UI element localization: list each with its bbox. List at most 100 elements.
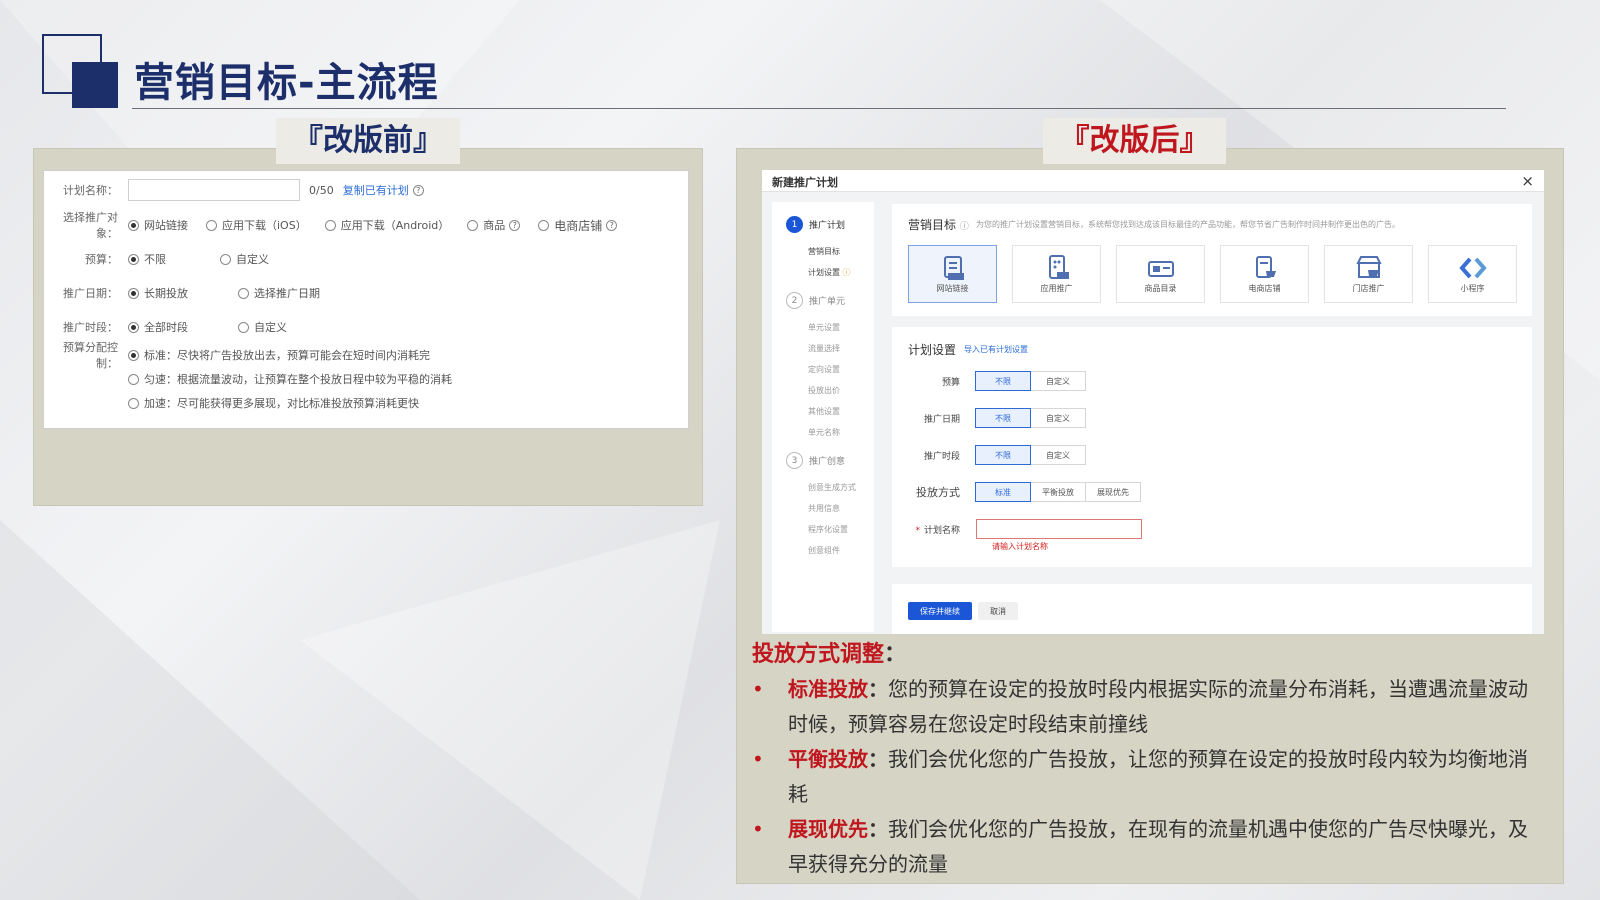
step-sub[interactable]: 程序化设置 [808,524,848,535]
store-promotion-icon [1355,256,1382,278]
date-radio-long[interactable]: 长期投放 [128,285,220,301]
period-radio-custom[interactable]: 自定义 [238,319,287,335]
help-icon[interactable]: ? [412,184,424,196]
budget-radio-custom[interactable]: 自定义 [220,251,269,267]
allocation-radio-fast[interactable]: 加速：尽可能获得更多展现，对比标准投放预算消耗更快 [128,395,419,411]
mini-program-icon [1458,257,1487,279]
plan-name-label: 计划名称： [63,184,118,197]
warning-icon: ⓘ [842,268,851,277]
modal-title: 新建推广计划 [772,176,838,189]
period-radio-all[interactable]: 全部时段 [128,319,220,335]
goal-tile-web-link[interactable]: 网站链接 [908,245,997,303]
step-sub[interactable]: 投放出价 [808,385,840,396]
goal-tile-store[interactable]: 门店推广 [1324,245,1413,303]
budget-option-custom[interactable]: 自定义 [1030,371,1086,391]
step-sub[interactable]: 定向设置 [808,364,840,375]
step-creative[interactable]: 3 推广创意 [786,452,845,469]
delivery-setting-label: 投放方式 [916,486,960,499]
step-sub[interactable]: 其他设置 [808,406,840,417]
legacy-plan-form: 计划名称： 0/50 复制已有计划 ? 选择推广对象： 网站链接 应用下载（iO… [43,170,689,429]
plan-name-input[interactable] [128,179,300,201]
info-icon: ⓘ [959,222,969,232]
title-divider [132,108,1506,109]
allocation-radio-even[interactable]: 匀速：根据流量波动，让预算在整个投放日程中较为平稳的消耗 [128,371,452,387]
web-link-icon [943,256,964,280]
explanation-title: 投放方式调整： [752,642,907,667]
date-row: 推广日期： 长期投放 选择推广日期 [44,283,338,303]
budget-option-unlimited[interactable]: 不限 [975,371,1031,391]
explanation-item-exposure: • 展现优先：我们会优化您的广告投放，在现有的流量机遇中使您的广告尽快曝光，及早获… [752,817,1528,876]
brand-logo [42,34,120,110]
period-option-custom[interactable]: 自定义 [1030,445,1086,465]
date-setting-row: 推广日期 不限 自定义 [908,408,1086,428]
copy-plan-link[interactable]: 复制已有计划 [343,182,409,198]
after-tag: 『改版后』 [1043,118,1226,164]
allocation-label: 预算分配控制： [63,341,118,370]
explanation-item-balanced: • 平衡投放：我们会优化您的广告投放，让您的预算在设定的投放时段内较为均衡地消耗 [752,747,1528,806]
step-sub[interactable]: 单元名称 [808,427,840,438]
period-label: 推广时段： [63,321,118,334]
step-sub[interactable]: 单元设置 [808,322,840,333]
step-nav: 1 推广计划 营销目标 计划设置 ⓘ 2 推广单元 单元设置 流量选择 定向设置 投… [772,202,874,632]
date-option-unlimited[interactable]: 不限 [975,408,1031,428]
cancel-button[interactable]: 取消 [978,602,1018,620]
budget-setting-label: 预算 [941,377,960,388]
close-icon[interactable]: × [1521,172,1534,190]
goal-tiles: 网站链接 应用推广 商品目录 电商店铺 门店推广 小程序 [908,245,1532,303]
plan-name-row: 计划名称： 0/50 复制已有计划 ? [44,179,424,201]
goal-tile-ecommerce[interactable]: 电商店铺 [1220,245,1309,303]
step-unit[interactable]: 2 推广单元 [786,292,845,309]
delivery-explanation: 投放方式调整： • 标准投放：您的预算在设定的投放时段内根据实际的流量分布消耗，当… [752,636,1542,882]
import-settings-link[interactable]: 导入已有计划设置 [964,344,1028,355]
plan-name-field[interactable] [976,519,1142,539]
date-setting-label: 推广日期 [923,414,960,425]
step-sub[interactable]: 创意组件 [808,545,840,556]
goal-tile-mini-program[interactable]: 小程序 [1428,245,1517,303]
delivery-option-standard[interactable]: 标准 [975,482,1031,502]
save-continue-button[interactable]: 保存并继续 [908,602,972,620]
goal-tile-catalog[interactable]: 商品目录 [1116,245,1205,303]
allocation-radio-standard[interactable]: 标准：尽快将广告投放出去，预算可能会在短时间内消耗完 [128,347,430,363]
target-label: 选择推广对象： [63,211,118,240]
period-option-unlimited[interactable]: 不限 [975,445,1031,465]
period-row: 推广时段： 全部时段 自定义 [44,317,305,337]
step-sub[interactable]: 创意生成方式 [808,482,856,493]
target-radio-android[interactable]: 应用下载（Android） [324,217,449,233]
allocation-row-even: 匀速：根据流量波动，让预算在整个投放日程中较为平稳的消耗 [128,369,470,389]
target-radio-product[interactable]: 商品? [467,217,521,233]
product-catalog-icon [1147,261,1174,277]
target-radio-store[interactable]: 电商店铺? [538,217,618,234]
delivery-option-exposure[interactable]: 展现优先 [1085,482,1141,502]
date-option-custom[interactable]: 自定义 [1030,408,1086,428]
allocation-row: 预算分配控制： 标准：尽快将广告投放出去，预算可能会在短时间内消耗完 [44,341,448,370]
delivery-setting-row: 投放方式 标准 平衡投放 展现优先 [908,482,1141,502]
step-sub-plan-settings[interactable]: 计划设置 ⓘ [808,267,851,278]
goal-tile-app[interactable]: 应用推广 [1012,245,1101,303]
date-radio-select[interactable]: 选择推广日期 [238,285,320,301]
app-promotion-icon [1048,255,1069,279]
date-label: 推广日期： [63,287,118,300]
page-title: 营销目标-主流程 [134,60,439,106]
before-tag: 『改版前』 [276,118,460,164]
marketing-goal-card: 营销目标 ⓘ 为您的推广计划设置营销目标，系统帮您找到达成该目标最佳的产品功能，… [892,204,1532,316]
explanation-item-standard: • 标准投放：您的预算在设定的投放时段内根据实际的流量分布消耗，当遭遇流量波动时候… [752,677,1528,736]
step-sub[interactable]: 共用信息 [808,503,840,514]
target-radio-ios[interactable]: 应用下载（iOS） [206,217,307,233]
delivery-option-balanced[interactable]: 平衡投放 [1030,482,1086,502]
period-setting-row: 推广时段 不限 自定义 [908,445,1086,465]
budget-radio-unlimited[interactable]: 不限 [128,251,202,267]
modal-header: 新建推广计划 × [762,170,1544,192]
step-sub-goal[interactable]: 营销目标 [808,246,840,257]
budget-setting-row: 预算 不限 自定义 [908,371,1086,391]
ecommerce-store-icon [1255,256,1276,278]
target-radio-web[interactable]: 网站链接 [128,217,188,233]
help-icon: ? [509,219,521,231]
goal-title: 营销目标 ⓘ [908,218,969,232]
help-icon: ? [606,219,618,231]
budget-row: 预算： 不限 自定义 [44,249,287,269]
target-row: 选择推广对象： 网站链接 应用下载（iOS） 应用下载（Android） 商品?… [44,211,635,240]
step-plan[interactable]: 1 推广计划 [786,216,845,233]
step-sub[interactable]: 流量选择 [808,343,840,354]
new-plan-modal: 新建推广计划 × 1 推广计划 营销目标 计划设置 ⓘ 2 推广单元 单元设置 流量… [762,170,1544,634]
modal-footer: 保存并继续 取消 [892,584,1532,634]
